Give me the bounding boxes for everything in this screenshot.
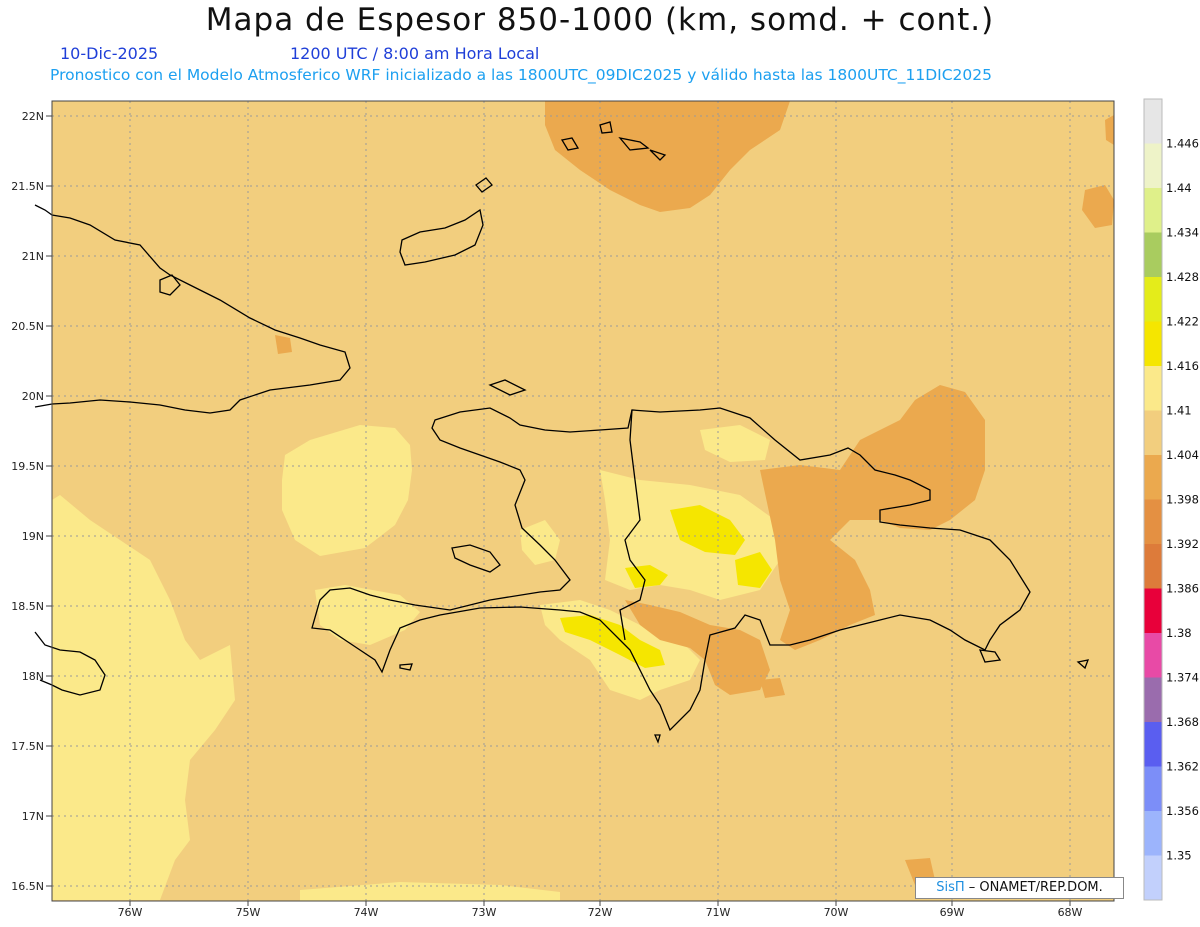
colorbar-label: 1.422 [1166, 315, 1199, 329]
lat-tick-label: 18.5N [11, 600, 44, 613]
colorbar-swatch [1144, 410, 1162, 456]
colorbar-label: 1.434 [1166, 226, 1199, 240]
lat-tick-label: 19.5N [11, 460, 44, 473]
colorbar-label: 1.404 [1166, 448, 1199, 462]
lon-tick-label: 76W [118, 906, 143, 919]
colorbar-label: 1.44 [1166, 181, 1192, 195]
colorbar-label: 1.38 [1166, 626, 1192, 640]
longitude-axis: 76W 75W 74W 73W 72W 71W 70W 69W 68W [118, 901, 1083, 919]
lat-tick-label: 17N [22, 810, 44, 823]
colorbar-label: 1.416 [1166, 359, 1199, 373]
colorbar-swatch [1144, 855, 1162, 901]
colorbar-swatch [1144, 232, 1162, 278]
lat-tick-label: 18N [22, 670, 44, 683]
latitude-axis: 22N 21.5N 21N 20.5N 20N 19.5N 19N 18.5N 18N 17.5N… [11, 110, 52, 893]
colorbar-label: 1.392 [1166, 537, 1199, 551]
lat-tick-label: 19N [22, 530, 44, 543]
colorbar-swatch [1144, 321, 1162, 367]
credit-org: – ONAMET/REP.DOM. [964, 880, 1103, 895]
colorbar-label: 1.374 [1166, 671, 1199, 685]
colorbar-swatch [1144, 588, 1162, 634]
colorbar-swatch [1144, 143, 1162, 189]
lon-tick-label: 74W [354, 906, 379, 919]
colorbar-label: 1.428 [1166, 270, 1199, 284]
colorbar-swatch [1144, 633, 1162, 678]
lat-tick-label: 20.5N [11, 320, 44, 333]
colorbar-swatch [1144, 499, 1162, 545]
colorbar-label: 1.362 [1166, 760, 1199, 774]
lat-tick-label: 17.5N [11, 740, 44, 753]
colorbar-swatch [1144, 188, 1162, 233]
lon-tick-label: 72W [588, 906, 613, 919]
lat-tick-label: 22N [22, 110, 44, 123]
colorbar-label: 1.368 [1166, 715, 1199, 729]
colorbar-swatch [1144, 544, 1162, 589]
colorbar: 1.446 1.44 1.434 1.428 1.422 1.416 1.41 1.404 1.… [1143, 98, 1199, 901]
colorbar-label: 1.446 [1166, 137, 1199, 151]
lon-tick-label: 68W [1058, 906, 1083, 919]
lon-tick-label: 70W [824, 906, 849, 919]
colorbar-label: 1.356 [1166, 804, 1199, 818]
colorbar-swatch [1144, 455, 1162, 500]
lon-tick-label: 73W [472, 906, 497, 919]
colorbar-label: 1.35 [1166, 849, 1192, 863]
lon-tick-label: 71W [706, 906, 731, 919]
colorbar-swatch [1144, 99, 1162, 144]
colorbar-swatch [1144, 722, 1162, 767]
colorbar-label: 1.386 [1166, 582, 1199, 596]
colorbar-label: 1.41 [1166, 404, 1192, 418]
colorbar-swatch [1144, 277, 1162, 322]
lon-tick-label: 69W [940, 906, 965, 919]
colorbar-swatch [1144, 766, 1162, 812]
colorbar-swatch [1144, 811, 1162, 856]
lon-tick-label: 75W [236, 906, 261, 919]
lat-tick-label: 20N [22, 390, 44, 403]
lat-tick-label: 16.5N [11, 880, 44, 893]
colorbar-label: 1.398 [1166, 493, 1199, 507]
lat-tick-label: 21N [22, 250, 44, 263]
sis-logo-text: SisΠ [936, 880, 965, 895]
colorbar-swatch [1144, 366, 1162, 411]
colorbar-swatch [1144, 677, 1162, 723]
lat-tick-label: 21.5N [11, 180, 44, 193]
map-canvas: 22N 21.5N 21N 20.5N 20N 19.5N 19N 18.5N 18N 17.5N… [11, 98, 1199, 919]
credit-box: SisΠ – ONAMET/REP.DOM. [915, 877, 1124, 899]
